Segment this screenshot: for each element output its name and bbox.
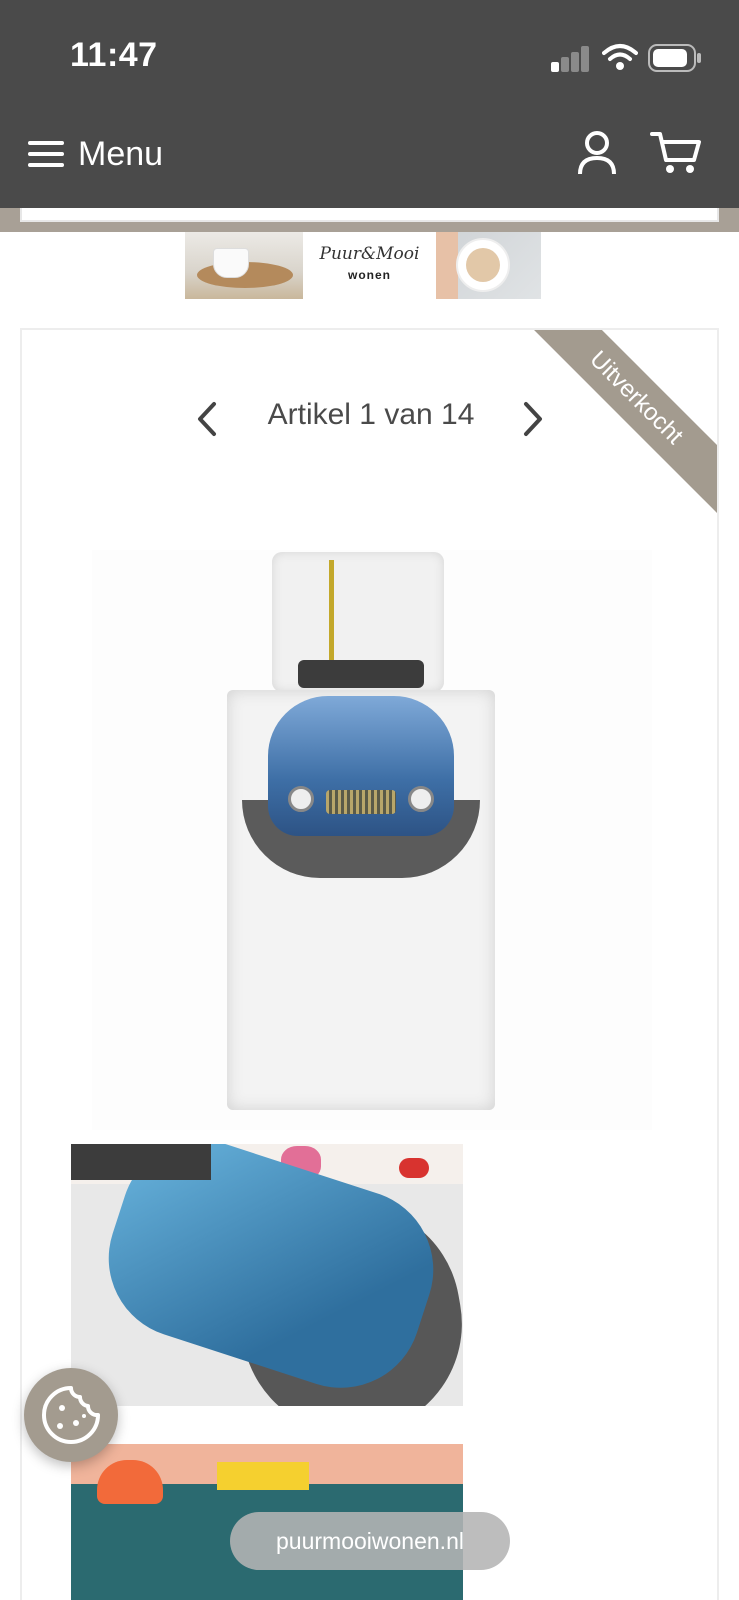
product-pager: Artikel 1 van 14	[22, 394, 717, 444]
logo-text: Puur&Mooi	[319, 244, 420, 264]
cookie-settings-button[interactable]	[24, 1368, 118, 1462]
logo-subtext: wonen	[348, 268, 391, 282]
page: 11:47 Menu Puur&Mooi wonen Uitverkocht A…	[0, 0, 739, 1600]
banner-tea-image[interactable]	[185, 232, 303, 299]
hamburger-icon	[28, 139, 66, 169]
header-nav: Menu	[0, 118, 739, 190]
status-time: 11:47	[70, 36, 158, 74]
user-icon[interactable]	[577, 130, 617, 176]
menu-label: Menu	[78, 134, 164, 173]
wifi-icon	[602, 44, 638, 70]
battery-icon	[648, 44, 701, 72]
chevron-left-icon[interactable]	[192, 400, 222, 438]
search-box[interactable]	[20, 208, 719, 222]
product-main-image[interactable]	[92, 550, 652, 1130]
browser-url-bar[interactable]: puurmooiwonen.nl	[230, 1512, 510, 1570]
cellular-signal-icon	[551, 46, 591, 72]
cookie-icon	[42, 1386, 100, 1444]
cart-icon[interactable]	[650, 130, 702, 176]
product-card: Uitverkocht Artikel 1 van 14	[20, 328, 719, 1600]
site-logo[interactable]: Puur&Mooi wonen	[303, 232, 436, 299]
site-header: 11:47 Menu	[0, 0, 739, 208]
search-strip	[0, 208, 739, 232]
product-thumbnail-2[interactable]	[71, 1144, 463, 1406]
pager-label: Artikel 1 van 14	[267, 398, 475, 431]
banner-cup-image[interactable]	[436, 232, 541, 299]
menu-button[interactable]: Menu	[28, 132, 163, 176]
chevron-right-icon[interactable]	[518, 400, 548, 438]
